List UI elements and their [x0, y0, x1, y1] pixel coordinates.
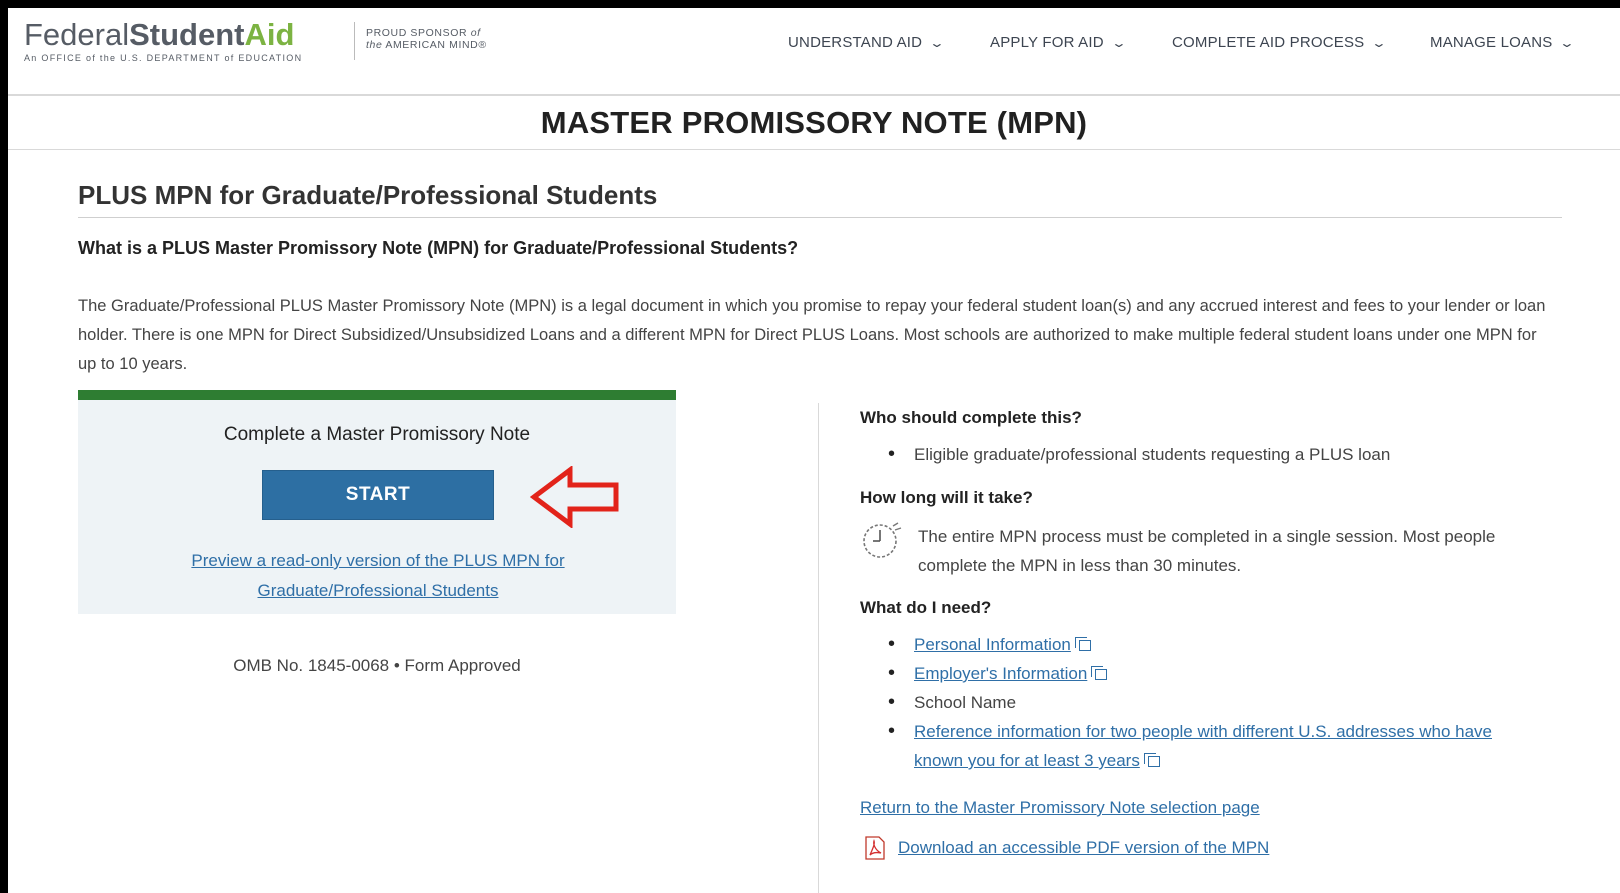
need-list: Personal Information Employer's Informat…	[888, 630, 1528, 775]
who-heading: Who should complete this?	[860, 408, 1082, 427]
who-list: Eligible graduate/professional students …	[888, 440, 1390, 469]
site-header: FederalStudentAid An OFFICE of the U.S. …	[8, 8, 1620, 96]
section-title: PLUS MPN for Graduate/Professional Stude…	[78, 180, 1562, 218]
page-title: MASTER PROMISSORY NOTE (MPN)	[540, 105, 1088, 140]
preview-mpn-link[interactable]: Preview a read-only version of the PLUS …	[158, 546, 598, 606]
employer-information-link[interactable]: Employer's Information	[914, 664, 1087, 683]
nav-complete-aid-process[interactable]: COMPLETE AID PROCESS ⌄	[1172, 34, 1388, 51]
chevron-down-icon: ⌄	[929, 36, 946, 50]
list-item: Eligible graduate/professional students …	[888, 440, 1390, 469]
left-arrow-icon	[530, 466, 619, 528]
logo-wordmark: FederalStudentAid	[24, 18, 302, 52]
browser-page: FederalStudentAid An OFFICE of the U.S. …	[8, 8, 1620, 893]
list-item: Reference information for two people wit…	[888, 717, 1528, 775]
start-card: Complete a Master Promissory Note START …	[78, 390, 676, 614]
need-heading: What do I need?	[860, 598, 992, 617]
main-nav: UNDERSTAND AID ⌄ APPLY FOR AID ⌄ COMPLETE …	[788, 34, 1620, 58]
omb-notice: OMB No. 1845-0068 • Form Approved	[233, 656, 521, 675]
sponsor-line2: AMERICAN MIND®	[385, 39, 487, 51]
fsa-logo[interactable]: FederalStudentAid An OFFICE of the U.S. …	[24, 18, 303, 64]
logo-federal: Federal	[24, 17, 130, 52]
personal-information-link[interactable]: Personal Information	[914, 635, 1071, 654]
nav-apply-for-aid[interactable]: APPLY FOR AID ⌄	[990, 34, 1128, 51]
chevron-down-icon: ⌄	[1110, 36, 1128, 50]
external-window-icon[interactable]	[1143, 753, 1161, 768]
download-pdf-link[interactable]: Download an accessible PDF version of th…	[898, 838, 1269, 858]
time-text: The entire MPN process must be completed…	[918, 527, 1496, 575]
start-button[interactable]: START	[262, 470, 494, 520]
chevron-down-icon: ⌄	[1559, 36, 1576, 50]
logo-aid: Aid	[244, 17, 295, 52]
card-heading: Complete a Master Promissory Note	[223, 424, 531, 445]
sponsor-of: of	[470, 27, 481, 39]
title-band: MASTER PROMISSORY NOTE (MPN)	[8, 98, 1620, 150]
logo-subtitle: An OFFICE of the U.S. DEPARTMENT of EDUC…	[24, 53, 303, 63]
chevron-down-icon: ⌄	[1371, 36, 1388, 50]
nav-manage-loans[interactable]: MANAGE LOANS ⌄	[1430, 34, 1576, 51]
external-window-icon[interactable]	[1074, 637, 1092, 652]
pdf-icon	[865, 836, 885, 860]
question-heading: What is a PLUS Master Promissory Note (M…	[78, 238, 799, 258]
external-window-icon[interactable]	[1091, 666, 1108, 681]
list-item: School Name	[888, 688, 1528, 717]
reference-information-link[interactable]: Reference information for two people wit…	[914, 722, 1492, 770]
list-item: Employer's Information	[888, 659, 1528, 688]
time-heading: How long will it take?	[860, 488, 1033, 507]
clock-icon	[863, 522, 902, 558]
nav-label: UNDERSTAND AID	[788, 34, 923, 51]
sponsor-line1: PROUD SPONSOR	[366, 27, 468, 39]
column-divider	[818, 403, 819, 893]
nav-label: MANAGE LOANS	[1430, 34, 1553, 51]
intro-paragraph: The Graduate/Professional PLUS Master Pr…	[78, 297, 1546, 373]
sponsor-badge: PROUD SPONSOR of the AMERICAN MIND®	[366, 27, 487, 51]
logo-student: Student	[129, 17, 245, 52]
list-item: Personal Information	[888, 630, 1528, 659]
nav-label: APPLY FOR AID	[990, 34, 1104, 51]
logo-divider	[354, 22, 355, 60]
return-selection-link[interactable]: Return to the Master Promissory Note sel…	[860, 798, 1260, 818]
nav-label: COMPLETE AID PROCESS	[1172, 34, 1365, 51]
sponsor-the: the	[366, 39, 383, 51]
nav-understand-aid[interactable]: UNDERSTAND AID ⌄	[788, 34, 946, 51]
